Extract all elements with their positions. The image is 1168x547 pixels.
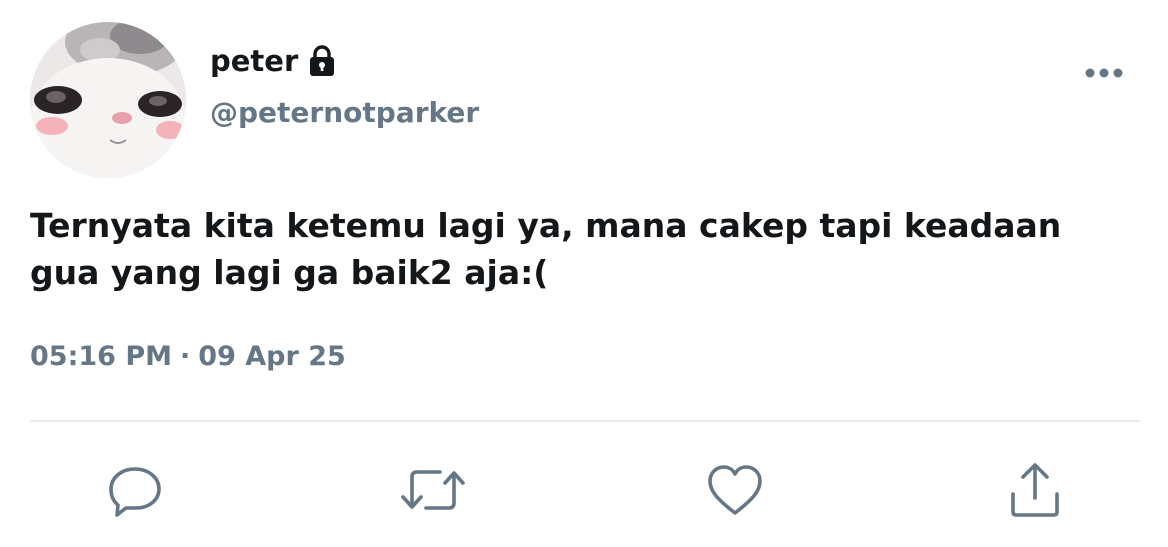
avatar[interactable] — [30, 22, 186, 178]
reply-button[interactable] — [103, 458, 167, 522]
cat-face-avatar — [30, 22, 186, 178]
user-handle[interactable]: @peternotparker — [210, 96, 479, 129]
like-icon — [705, 461, 765, 519]
like-button[interactable] — [703, 458, 767, 522]
divider — [30, 420, 1140, 422]
retweet-button[interactable] — [401, 458, 465, 522]
tweet-timestamp[interactable]: 05:16 PM · 09 Apr 25 — [30, 341, 346, 372]
share-button[interactable] — [1003, 458, 1067, 522]
tweet-card: peter @peternotparker Ternyata kita kete… — [0, 0, 1168, 547]
reply-icon — [106, 461, 164, 519]
display-name[interactable]: peter — [210, 44, 298, 78]
timestamp-separator: · — [180, 341, 191, 372]
name-row: peter — [210, 40, 336, 82]
more-options-icon[interactable] — [1083, 60, 1125, 86]
lock-icon — [308, 44, 336, 78]
tweet-text: Ternyata kita ketemu lagi ya, mana cakep… — [30, 206, 1062, 292]
retweet-icon — [400, 461, 466, 519]
share-icon — [1006, 460, 1064, 520]
tweet-time: 05:16 PM — [30, 341, 173, 372]
tweet-date: 09 Apr 25 — [198, 341, 346, 372]
